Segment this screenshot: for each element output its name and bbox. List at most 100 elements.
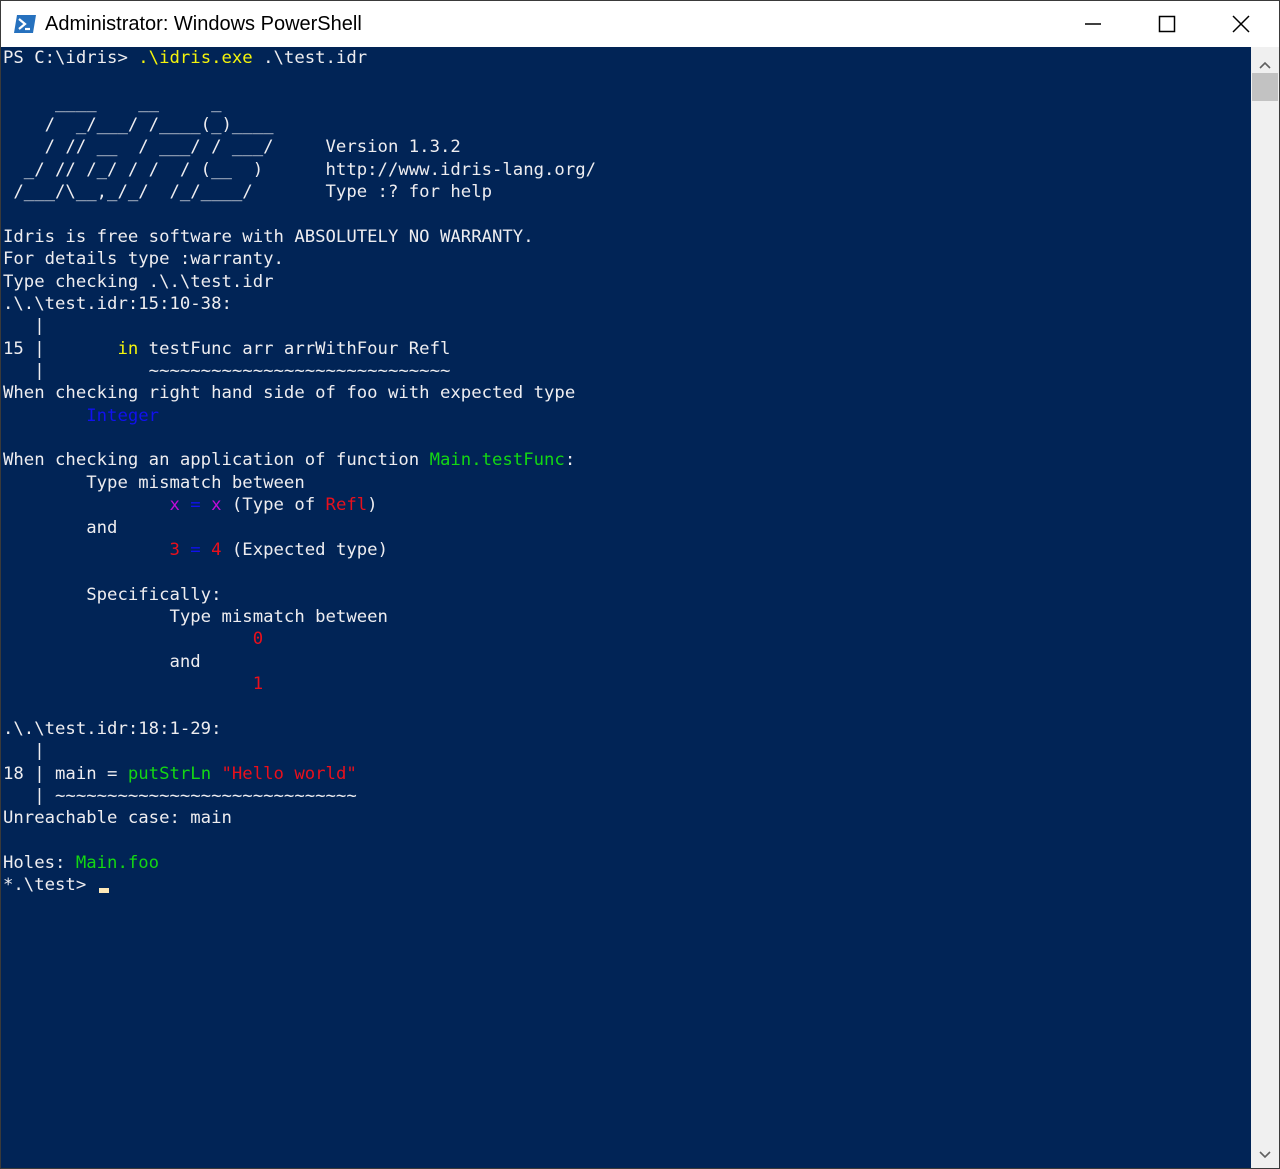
console-text: 0 — [252, 629, 264, 650]
console-text: = — [190, 539, 201, 560]
console-text: .\.\test.idr:15:10-38: — [3, 293, 232, 314]
vertical-scrollbar[interactable] — [1251, 47, 1279, 1168]
console-line: 18 | main = putStrLn "Hello world" — [3, 763, 1251, 785]
console-line: 15 | in testFunc arr arrWithFour Refl — [3, 338, 1251, 360]
console-text: .\test.idr — [252, 48, 368, 68]
console-output[interactable]: PS C:\idris> .\idris.exe .\test.idr ____… — [3, 47, 1251, 1168]
scrollbar-thumb[interactable] — [1252, 73, 1278, 101]
console-text: _/ // /_/ / / / (__ ) http://www.idris-l… — [3, 159, 597, 180]
console-line: PS C:\idris> .\idris.exe .\test.idr — [3, 47, 1251, 69]
console-text: Main.testFunc — [429, 450, 565, 471]
console-text: Idris is free software with ABSOLUTELY N… — [3, 226, 534, 247]
console-line: | ~~~~~~~~~~~~~~~~~~~~~~~~~~~~~ — [3, 785, 1251, 807]
title-bar[interactable]: Administrator: Windows PowerShell — [1, 1, 1279, 47]
console-text: Specifically: — [3, 584, 222, 605]
maximize-icon — [1158, 15, 1176, 33]
text-cursor — [98, 888, 109, 894]
console-line: ____ __ _ — [3, 92, 1251, 114]
console-text: (Expected type) — [221, 539, 388, 560]
console-text: Type mismatch between — [3, 606, 388, 627]
console-text: testFunc arr arrWithFour Refl — [138, 338, 451, 359]
console-line: When checking right hand side of foo wit… — [3, 382, 1251, 404]
console-text: | ~~~~~~~~~~~~~~~~~~~~~~~~~~~~~ — [3, 361, 451, 382]
window-title: Administrator: Windows PowerShell — [45, 13, 362, 35]
console-text: Type checking .\.\test.idr — [3, 271, 274, 292]
console-line: _/ // /_/ / / / (__ ) http://www.idris-l… — [3, 159, 1251, 181]
console-line: 3 = 4 (Expected type) — [3, 539, 1251, 561]
console-line: x = x (Type of Refl) — [3, 494, 1251, 516]
console-line: *.\test> — [3, 874, 1251, 896]
console-text: = — [190, 495, 201, 516]
console-text: Unreachable case: main — [3, 808, 232, 829]
console-text: 4 — [211, 539, 222, 560]
console-line: Type mismatch between — [3, 472, 1251, 494]
console-text: Refl — [325, 495, 368, 516]
console-line: .\.\test.idr:15:10-38: — [3, 293, 1251, 315]
console-line: Type checking .\.\test.idr — [3, 271, 1251, 293]
console-line: | — [3, 740, 1251, 762]
console-text: Integer — [86, 405, 160, 426]
console-line: 1 — [3, 673, 1251, 695]
console-line: / // __ / ___/ / ___/ Version 1.3.2 — [3, 136, 1251, 158]
console-text: / // __ / ___/ / ___/ Version 1.3.2 — [3, 137, 461, 158]
console-line: and — [3, 517, 1251, 539]
console-line: When checking an application of function… — [3, 449, 1251, 471]
console-text: x — [169, 495, 180, 516]
console-line: Specifically: — [3, 584, 1251, 606]
console-line: / _/___/ /____(_)____ — [3, 114, 1251, 136]
console-text: When checking an application of function — [3, 450, 430, 471]
minimize-button[interactable] — [1057, 1, 1129, 47]
scroll-down-arrow-icon[interactable] — [1258, 1147, 1272, 1165]
console-text: When checking right hand side of foo wit… — [3, 383, 576, 404]
close-icon — [1232, 15, 1250, 33]
close-button[interactable] — [1205, 1, 1277, 47]
console-text: (Type of — [221, 495, 326, 516]
console-line: Type mismatch between — [3, 606, 1251, 628]
console-text: and — [3, 651, 201, 672]
console-text: | — [3, 316, 45, 337]
console-text: Main.foo — [75, 852, 160, 873]
console-line: Unreachable case: main — [3, 807, 1251, 829]
powershell-window: Administrator: Windows PowerShell PS C:\… — [0, 0, 1280, 1169]
console-text: 15 | — [3, 338, 118, 359]
console-text: Type mismatch between — [3, 472, 305, 493]
console-text: For details type :warranty. — [3, 249, 284, 270]
console-line: Idris is free software with ABSOLUTELY N… — [3, 226, 1251, 248]
console-line: | ~~~~~~~~~~~~~~~~~~~~~~~~~~~~~ — [3, 360, 1251, 382]
console-text: .\.\test.idr:18:1-29: — [3, 718, 222, 739]
console-text: ) — [367, 495, 378, 516]
console-line: and — [3, 651, 1251, 673]
console-text: PS C:\idris> — [3, 48, 139, 68]
minimize-icon — [1085, 23, 1101, 25]
console-text: : — [564, 450, 576, 471]
console-text: and — [3, 517, 118, 538]
console-text: 18 | main = — [3, 763, 128, 784]
console-line: Holes: Main.foo — [3, 852, 1251, 874]
console-text: Holes: — [3, 852, 76, 873]
console-text: | — [3, 741, 45, 762]
console-text: 1 — [252, 674, 264, 695]
console-text: in — [117, 338, 139, 359]
console-text: x — [211, 495, 222, 516]
console-line: Integer — [3, 405, 1251, 427]
powershell-icon — [13, 12, 37, 36]
console-text: "Hello world" — [221, 763, 357, 784]
console-line: | — [3, 315, 1251, 337]
maximize-button[interactable] — [1131, 1, 1203, 47]
console-text: / _/___/ /____(_)____ — [3, 115, 274, 136]
console-text: | ~~~~~~~~~~~~~~~~~~~~~~~~~~~~~ — [3, 785, 357, 806]
console-text: *.\test> — [3, 875, 97, 896]
